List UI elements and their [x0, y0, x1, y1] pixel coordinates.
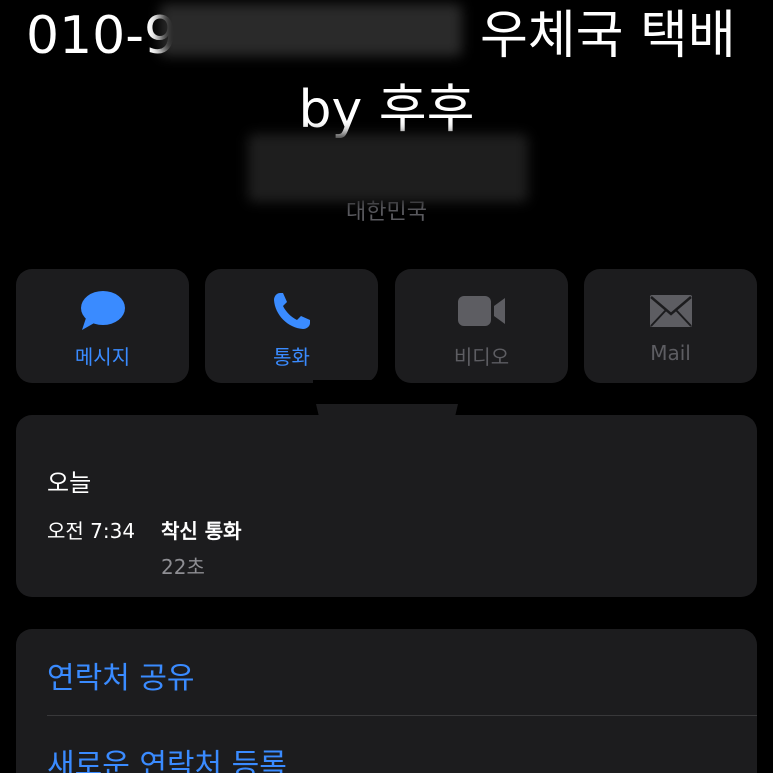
quick-actions: 메시지 통화 비디오 Mail: [16, 269, 757, 383]
phone-icon: [272, 289, 312, 333]
video-camera-icon: [457, 289, 507, 333]
call-duration: 22초: [161, 555, 205, 579]
video-label: 비디오: [453, 345, 510, 369]
contact-title-line2: by 후후: [298, 80, 475, 140]
call-history-card: 오늘 오전 7:34 착신 통화 22초: [16, 415, 757, 597]
mail-label: Mail: [650, 341, 691, 365]
contact-options-card: 연락처 공유 새로운 연락처 등록: [16, 629, 757, 773]
call-button[interactable]: 통화: [205, 269, 378, 383]
contact-name-suffix: 우체국 택배: [480, 6, 736, 66]
call-type: 착신 통화: [161, 519, 242, 543]
phone-number-prefix: 010-9: [26, 6, 178, 66]
share-contact-link[interactable]: 연락처 공유: [47, 653, 195, 697]
message-label: 메시지: [74, 345, 131, 369]
redacted-phone-number: [160, 4, 462, 56]
video-button[interactable]: 비디오: [395, 269, 568, 383]
call-time: 오전 7:34: [47, 519, 136, 543]
redacted-detail: [248, 134, 528, 202]
message-bubble-icon: [80, 289, 126, 333]
envelope-icon: [649, 289, 693, 333]
call-label: 통화: [273, 345, 310, 369]
call-history-date: 오늘: [47, 469, 92, 497]
create-new-contact-link[interactable]: 새로운 연락처 등록: [47, 740, 287, 773]
mail-button[interactable]: Mail: [584, 269, 757, 383]
message-button[interactable]: 메시지: [16, 269, 189, 383]
divider: [47, 715, 757, 716]
